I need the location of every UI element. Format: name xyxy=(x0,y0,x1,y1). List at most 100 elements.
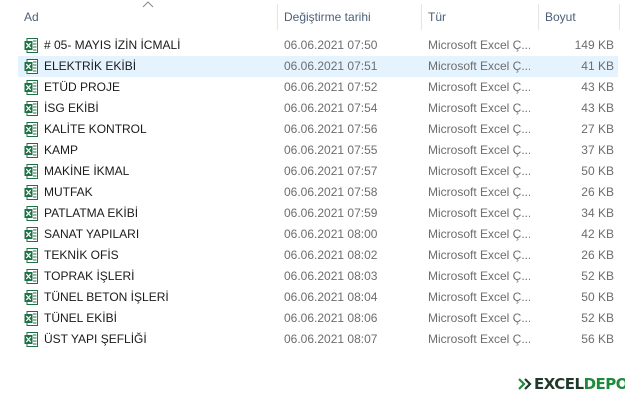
file-date: 06.06.2021 08:00 xyxy=(284,227,378,241)
file-type: Microsoft Excel Ç... xyxy=(428,164,530,178)
file-date: 06.06.2021 07:54 xyxy=(284,101,378,115)
file-name[interactable]: TOPRAK İŞLERİ xyxy=(44,266,274,287)
file-row[interactable]: TÜNEL EKİBİ 06.06.2021 08:06 Microsoft Exc… xyxy=(18,308,618,329)
file-size: 34 KB xyxy=(581,206,614,220)
file-size: 43 KB xyxy=(581,101,614,115)
file-type: Microsoft Excel Ç... xyxy=(428,248,530,262)
file-size: 41 KB xyxy=(581,59,614,73)
file-size: 52 KB xyxy=(581,311,614,325)
file-name[interactable]: KALİTE KONTROL xyxy=(44,119,274,140)
file-size: 50 KB xyxy=(581,164,614,178)
file-type: Microsoft Excel Ç... xyxy=(428,290,530,304)
excel-file-icon xyxy=(24,206,38,221)
excel-file-icon xyxy=(24,59,38,74)
file-type: Microsoft Excel Ç... xyxy=(428,80,530,94)
file-name[interactable]: ELEKTRİK EKİBİ xyxy=(44,56,274,77)
file-size: 26 KB xyxy=(581,185,614,199)
file-size: 37 KB xyxy=(581,143,614,157)
file-type: Microsoft Excel Ç... xyxy=(428,185,530,199)
excel-file-icon xyxy=(24,185,38,200)
column-header-size[interactable]: Boyut xyxy=(539,0,619,34)
excel-file-icon xyxy=(24,164,38,179)
file-name[interactable]: MUTFAK xyxy=(44,182,274,203)
excel-file-icon xyxy=(24,122,38,137)
excel-file-icon xyxy=(24,332,38,347)
excel-file-icon xyxy=(24,227,38,242)
excel-file-icon xyxy=(24,269,38,284)
file-date: 06.06.2021 08:03 xyxy=(284,269,378,283)
file-size: 56 KB xyxy=(581,332,614,346)
file-row[interactable]: KAMP 06.06.2021 07:55 Microsoft Excel Ç...… xyxy=(18,140,618,161)
file-row[interactable]: PATLATMA EKİBİ 06.06.2021 07:59 Microsoft … xyxy=(18,203,618,224)
file-date: 06.06.2021 08:06 xyxy=(284,311,378,325)
file-date: 06.06.2021 07:57 xyxy=(284,164,378,178)
file-date: 06.06.2021 08:02 xyxy=(284,248,378,262)
file-name[interactable]: ÜST YAPI ŞEFLİĞİ xyxy=(44,329,274,350)
file-type: Microsoft Excel Ç... xyxy=(428,38,530,52)
column-header-bar: Ad Değiştirme tarihi Tür Boyut xyxy=(0,0,625,34)
column-header-type[interactable]: Tür xyxy=(422,0,538,34)
logo-mark-icon xyxy=(518,378,532,390)
file-row[interactable]: SANAT YAPILARI 06.06.2021 08:00 Microsoft … xyxy=(18,224,618,245)
file-type: Microsoft Excel Ç... xyxy=(428,143,530,157)
excel-file-icon xyxy=(24,80,38,95)
excel-file-icon xyxy=(24,38,38,53)
file-row[interactable]: TÜNEL BETON İŞLERİ 06.06.2021 08:04 Micros… xyxy=(18,287,618,308)
file-row[interactable]: MUTFAK 06.06.2021 07:58 Microsoft Excel Ç.… xyxy=(18,182,618,203)
file-name[interactable]: ETÜD PROJE xyxy=(44,77,274,98)
file-type: Microsoft Excel Ç... xyxy=(428,101,530,115)
excel-file-icon xyxy=(24,248,38,263)
file-date: 06.06.2021 08:04 xyxy=(284,290,378,304)
column-divider[interactable] xyxy=(619,4,620,30)
file-type: Microsoft Excel Ç... xyxy=(428,311,530,325)
file-size: 26 KB xyxy=(581,248,614,262)
file-row[interactable]: ELEKTRİK EKİBİ 06.06.2021 07:51 Microsoft … xyxy=(18,56,618,77)
file-size: 27 KB xyxy=(581,122,614,136)
file-name[interactable]: TÜNEL EKİBİ xyxy=(44,308,274,329)
file-date: 06.06.2021 07:58 xyxy=(284,185,378,199)
file-type: Microsoft Excel Ç... xyxy=(428,227,530,241)
file-size: 52 KB xyxy=(581,269,614,283)
file-date: 06.06.2021 07:50 xyxy=(284,38,378,52)
file-date: 06.06.2021 07:56 xyxy=(284,122,378,136)
file-type: Microsoft Excel Ç... xyxy=(428,206,530,220)
file-row[interactable]: ETÜD PROJE 06.06.2021 07:52 Microsoft Exce… xyxy=(18,77,618,98)
file-row[interactable]: TOPRAK İŞLERİ 06.06.2021 08:03 Microsoft E… xyxy=(18,266,618,287)
sort-ascending-icon xyxy=(142,0,154,10)
file-row[interactable]: MAKİNE İKMAL 06.06.2021 07:57 Microsoft Ex… xyxy=(18,161,618,182)
file-row[interactable]: ÜST YAPI ŞEFLİĞİ 06.06.2021 08:07 Microsof… xyxy=(18,329,618,350)
excel-file-icon xyxy=(24,143,38,158)
file-type: Microsoft Excel Ç... xyxy=(428,332,530,346)
excel-file-icon xyxy=(24,101,38,116)
file-date: 06.06.2021 07:59 xyxy=(284,206,378,220)
file-name[interactable]: MAKİNE İKMAL xyxy=(44,161,274,182)
file-name[interactable]: PATLATMA EKİBİ xyxy=(44,203,274,224)
file-date: 06.06.2021 08:07 xyxy=(284,332,378,346)
excel-file-icon xyxy=(24,311,38,326)
file-size: 149 KB xyxy=(574,38,614,52)
file-type: Microsoft Excel Ç... xyxy=(428,269,530,283)
column-header-date[interactable]: Değiştirme tarihi xyxy=(278,0,421,34)
file-row[interactable]: KALİTE KONTROL 06.06.2021 07:56 Microsoft … xyxy=(18,119,618,140)
file-name[interactable]: KAMP xyxy=(44,140,274,161)
file-row[interactable]: TEKNİK OFİS 06.06.2021 08:02 Microsoft Exc… xyxy=(18,245,618,266)
file-name[interactable]: TEKNİK OFİS xyxy=(44,245,274,266)
file-name[interactable]: SANAT YAPILARI xyxy=(44,224,274,245)
file-size: 43 KB xyxy=(581,80,614,94)
excel-file-icon xyxy=(24,290,38,305)
logo-text: EXCELDEPO xyxy=(534,375,625,393)
excel-depo-logo: EXCELDEPO xyxy=(517,374,625,394)
file-date: 06.06.2021 07:52 xyxy=(284,80,378,94)
file-row[interactable]: İSG EKİBİ 06.06.2021 07:54 Microsoft Excel… xyxy=(18,98,618,119)
file-date: 06.06.2021 07:51 xyxy=(284,59,378,73)
file-name[interactable]: # 05- MAYIS İZİN İCMALİ xyxy=(44,35,274,56)
file-type: Microsoft Excel Ç... xyxy=(428,122,530,136)
file-name[interactable]: İSG EKİBİ xyxy=(44,98,274,119)
file-size: 50 KB xyxy=(581,290,614,304)
file-row[interactable]: # 05- MAYIS İZİN İCMALİ 06.06.2021 07:50 M… xyxy=(18,35,618,56)
file-size: 42 KB xyxy=(581,227,614,241)
file-date: 06.06.2021 07:55 xyxy=(284,143,378,157)
file-name[interactable]: TÜNEL BETON İŞLERİ xyxy=(44,287,274,308)
file-type: Microsoft Excel Ç... xyxy=(428,59,530,73)
file-list: # 05- MAYIS İZİN İCMALİ 06.06.2021 07:50 M… xyxy=(0,35,625,350)
